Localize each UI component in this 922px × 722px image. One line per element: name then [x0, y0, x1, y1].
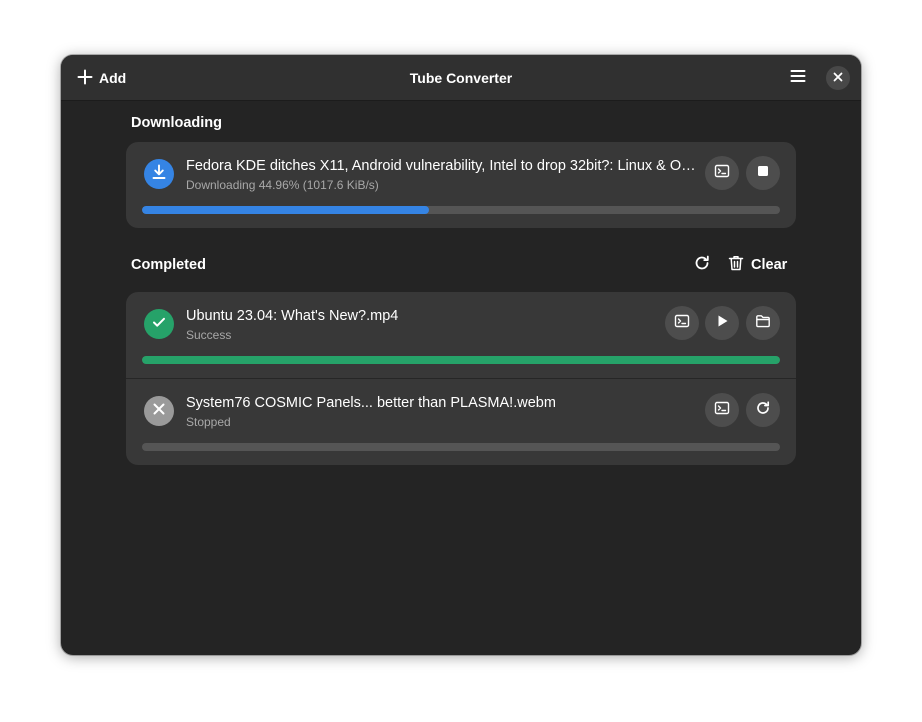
open-folder-button[interactable]	[746, 306, 780, 340]
download-row: Fedora KDE ditches X11, Android vulnerab…	[126, 142, 796, 228]
stopped-status-text: Stopped	[186, 415, 231, 429]
terminal-icon	[714, 400, 730, 421]
stopped-title: System76 COSMIC Panels... better than PL…	[186, 395, 556, 411]
download-progress-fill	[142, 206, 429, 214]
x-icon	[152, 402, 166, 421]
play-file-button[interactable]	[705, 306, 739, 340]
trash-icon	[727, 254, 745, 276]
completed-row-success: Ubuntu 23.04: What's New?.mp4 Success	[126, 292, 796, 378]
download-title: Fedora KDE ditches X11, Android vulnerab…	[186, 158, 700, 174]
success-status-circle	[144, 309, 174, 339]
play-icon	[714, 313, 730, 334]
clear-button[interactable]: Clear	[721, 250, 793, 280]
refresh-icon	[693, 254, 711, 276]
clear-button-label: Clear	[751, 257, 788, 273]
retry-download-button[interactable]	[746, 393, 780, 427]
app-window: Add Tube Converter Downloading Fedora KD…	[61, 55, 861, 655]
completed-list: Ubuntu 23.04: What's New?.mp4 Success Sy…	[126, 292, 796, 465]
download-icon	[151, 164, 167, 185]
checkmark-icon	[151, 314, 167, 335]
downloading-heading: Downloading	[131, 115, 223, 131]
add-button-label: Add	[99, 70, 127, 86]
view-log-button[interactable]	[705, 393, 739, 427]
hamburger-menu-icon	[790, 68, 806, 89]
stop-download-button[interactable]	[746, 156, 780, 190]
download-status-circle	[144, 159, 174, 189]
view-log-button[interactable]	[665, 306, 699, 340]
add-button[interactable]: Add	[69, 63, 134, 93]
stop-icon	[755, 163, 771, 184]
stopped-progress-bar	[142, 443, 780, 451]
main-menu-button[interactable]	[782, 63, 814, 93]
folder-icon	[755, 313, 771, 334]
view-log-button[interactable]	[705, 156, 739, 190]
terminal-icon	[674, 313, 690, 334]
completed-row-stopped: System76 COSMIC Panels... better than PL…	[126, 379, 796, 465]
completed-heading: Completed	[131, 257, 206, 273]
download-progress-bar	[142, 206, 780, 214]
retry-all-button[interactable]	[687, 250, 717, 280]
downloading-list: Fedora KDE ditches X11, Android vulnerab…	[126, 142, 796, 228]
stopped-status-circle	[144, 396, 174, 426]
completed-progress-fill	[142, 356, 780, 364]
completed-status-text: Success	[186, 328, 232, 342]
refresh-icon	[755, 400, 771, 421]
close-icon	[833, 69, 843, 87]
plus-icon	[77, 69, 93, 88]
completed-progress-bar	[142, 356, 780, 364]
completed-title: Ubuntu 23.04: What's New?.mp4	[186, 308, 399, 324]
close-button[interactable]	[826, 66, 850, 90]
header-bar: Add Tube Converter	[61, 55, 861, 101]
window-title: Tube Converter	[409, 70, 513, 86]
download-status-text: Downloading 44.96% (1017.6 KiB/s)	[186, 178, 379, 192]
terminal-icon	[714, 163, 730, 184]
